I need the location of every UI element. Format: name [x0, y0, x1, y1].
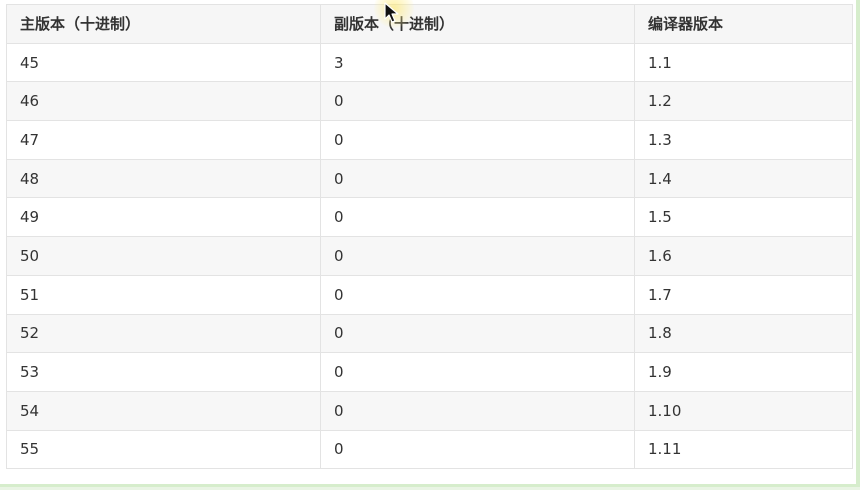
major-version-cell: 47: [6, 120, 321, 160]
major-version-cell: 48: [6, 158, 321, 199]
major-version-cell: 52: [6, 313, 321, 354]
header-compiler-version: 编译器版本: [634, 4, 853, 44]
compiler-version-cell: 1.11: [634, 429, 853, 470]
major-version-cell: 45: [6, 42, 321, 83]
table-row: 55 0 1.11: [6, 429, 853, 470]
compiler-version-cell: 1.2: [634, 81, 853, 122]
table-row: 45 3 1.1: [6, 42, 853, 83]
minor-version-cell: 3: [320, 42, 635, 83]
compiler-version-cell: 1.5: [634, 197, 853, 238]
compiler-version-cell: 1.9: [634, 352, 853, 392]
compiler-version-cell: 1.4: [634, 158, 853, 199]
header-major-version: 主版本（十进制）: [6, 4, 321, 44]
minor-version-cell: 0: [320, 390, 635, 431]
compiler-version-cell: 1.10: [634, 390, 853, 431]
minor-version-cell: 0: [320, 158, 635, 199]
table-row: 49 0 1.5: [6, 197, 853, 238]
table-header-row: 主版本（十进制） 副版本（十进制） 编译器版本: [6, 4, 853, 44]
major-version-cell: 51: [6, 274, 321, 315]
major-version-cell: 55: [6, 429, 321, 470]
compiler-version-cell: 1.6: [634, 236, 853, 276]
table-row: 54 0 1.10: [6, 390, 853, 431]
table-row: 47 0 1.3: [6, 120, 853, 160]
compiler-version-cell: 1.8: [634, 313, 853, 354]
minor-version-cell: 0: [320, 236, 635, 276]
minor-version-cell: 0: [320, 313, 635, 354]
major-version-cell: 46: [6, 81, 321, 122]
table-row: 48 0 1.4: [6, 158, 853, 199]
major-version-cell: 49: [6, 197, 321, 238]
table-row: 50 0 1.6: [6, 236, 853, 276]
major-version-cell: 54: [6, 390, 321, 431]
compiler-version-cell: 1.1: [634, 42, 853, 83]
compiler-version-cell: 1.3: [634, 120, 853, 160]
major-version-cell: 50: [6, 236, 321, 276]
minor-version-cell: 0: [320, 81, 635, 122]
minor-version-cell: 0: [320, 352, 635, 392]
table-row: 51 0 1.7: [6, 274, 853, 315]
minor-version-cell: 0: [320, 120, 635, 160]
table-row: 52 0 1.8: [6, 313, 853, 354]
major-version-cell: 53: [6, 352, 321, 392]
minor-version-cell: 0: [320, 429, 635, 470]
minor-version-cell: 0: [320, 197, 635, 238]
table-row: 53 0 1.9: [6, 352, 853, 392]
content-panel: 主版本（十进制） 副版本（十进制） 编译器版本 45 3 1.1 46 0 1.…: [0, 0, 860, 487]
version-table: 主版本（十进制） 副版本（十进制） 编译器版本 45 3 1.1 46 0 1.…: [6, 4, 853, 470]
header-minor-version: 副版本（十进制）: [320, 4, 635, 44]
minor-version-cell: 0: [320, 274, 635, 315]
compiler-version-cell: 1.7: [634, 274, 853, 315]
arrow-pointer-icon: [384, 2, 399, 23]
table-row: 46 0 1.2: [6, 81, 853, 122]
mouse-cursor: [374, 0, 414, 28]
